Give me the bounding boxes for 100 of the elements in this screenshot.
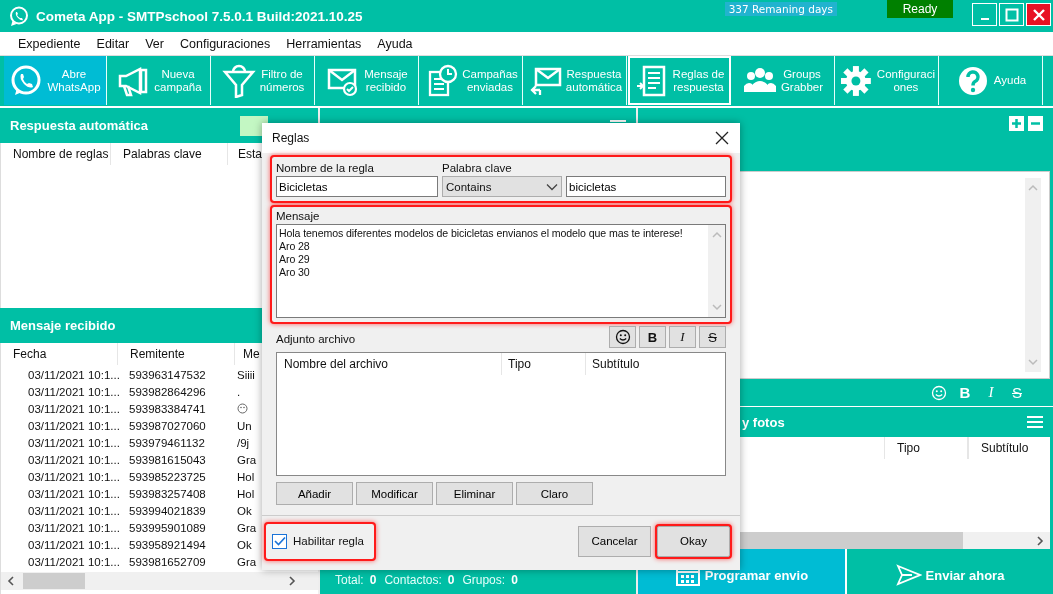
dialog-button[interactable]: Eliminar <box>436 482 513 505</box>
table-cell: . <box>237 385 241 398</box>
cancel-button[interactable]: Cancelar <box>578 525 651 557</box>
total-label: Contactos: <box>384 572 442 587</box>
vertical-scrollbar[interactable] <box>1025 178 1041 372</box>
dialog-title: Reglas <box>272 131 310 145</box>
table-cell-text: 03/11/2021 10:1... <box>27 487 121 500</box>
column-header[interactable]: Tipo <box>502 353 586 375</box>
horizontal-scrollbar[interactable] <box>1 572 318 590</box>
italic-button[interactable]: I <box>669 326 696 348</box>
close-icon <box>1031 7 1046 22</box>
chevron-down-icon <box>546 182 558 191</box>
dialog-button[interactable]: Añadir <box>276 482 353 505</box>
table-cell: Ok <box>237 538 252 551</box>
total-value: 0 <box>369 572 377 587</box>
table-cell-text: 03/11/2021 10:1... <box>27 419 121 432</box>
plus-icon <box>1009 116 1024 131</box>
table-cell-text: 03/11/2021 10:1... <box>27 521 121 534</box>
table-cell: /9j <box>237 436 250 449</box>
ok-button[interactable]: Okay <box>657 525 730 557</box>
field-label: Mensaje <box>276 209 321 224</box>
window-title: Cometa App - SMTPschool 7.5.0.1 Build:2021.10.25 <box>36 8 363 24</box>
dialog-button[interactable]: Modificar <box>356 482 433 505</box>
keyword-field[interactable]: bicicletas <box>566 176 726 197</box>
table-cell-text: 03/11/2021 10:1... <box>27 470 121 483</box>
total-label: Grupos: <box>462 572 506 587</box>
match-mode-dropdown[interactable]: Contains <box>442 176 562 197</box>
table-cell-text: 03/11/2021 10:1... <box>27 368 121 381</box>
minimize-icon <box>980 17 989 20</box>
menu-item[interactable]: Expediente <box>10 36 89 51</box>
table-cell-text: 03/11/2021 10:1... <box>27 385 121 398</box>
table-cell-text: 03/11/2021 10:1... <box>27 538 121 551</box>
column-header[interactable]: Subtítulo <box>586 353 640 375</box>
remaining-days-badge: 337 Remaning days <box>724 2 837 16</box>
column-header[interactable]: Palabras clave <box>111 143 228 165</box>
table-cell-text: 03/11/2021 10:1... <box>27 504 121 517</box>
smiley-icon <box>931 384 947 401</box>
table-cell-text: 03/11/2021 10:1... <box>27 453 121 466</box>
column-header[interactable]: Tipo <box>884 437 968 459</box>
maximize-icon <box>1004 7 1019 22</box>
close-icon <box>715 131 729 145</box>
column-header[interactable]: Esta <box>228 143 262 165</box>
field-label: Nombre de la regla <box>276 161 375 176</box>
table-cell-text: 593981615043 <box>128 453 207 466</box>
table-cell-text: 593994021839 <box>128 504 207 517</box>
table-cell-text: 593983257408 <box>128 487 207 500</box>
total-value: 0 <box>447 572 455 587</box>
total-label: Total: <box>335 572 364 587</box>
field-label: Adjunto archivo <box>276 332 356 347</box>
strikethrough-button[interactable]: S <box>699 326 726 348</box>
table-cell-text: 03/11/2021 10:1... <box>27 555 121 568</box>
field-label: Palabra clave <box>442 161 513 176</box>
status-badge: Ready <box>887 0 953 18</box>
checkbox[interactable] <box>272 533 287 549</box>
table-cell: Gra <box>237 555 257 568</box>
column-header[interactable]: Nombre del archivo <box>277 353 502 375</box>
enable-rule-checkbox[interactable]: Habilitar regla <box>266 523 374 559</box>
whatsapp-icon <box>8 5 30 27</box>
vertical-scrollbar[interactable] <box>708 225 725 317</box>
scrollbar-thumb[interactable] <box>23 573 85 589</box>
emoji-icon <box>237 403 248 414</box>
menu-item[interactable]: Ayuda <box>369 36 421 51</box>
scroll-up-icon <box>711 231 722 239</box>
column-header[interactable]: Remitente <box>118 343 235 365</box>
table-cell: Hol <box>237 470 255 483</box>
maximize-button[interactable] <box>999 3 1024 26</box>
message-field[interactable]: Hola tenemos diferentes modelos de bicicletas envianos el modelo que mas te interese! Aro 28 Aro 29 Aro 30 <box>276 224 726 318</box>
column-header[interactable]: Me <box>235 343 260 365</box>
column-header[interactable]: Nombre de reglas <box>1 143 111 165</box>
menu-item[interactable]: Editar <box>88 36 138 51</box>
menu-icon <box>1027 416 1043 428</box>
table-cell-text: 593982864296 <box>128 385 207 398</box>
panel-title: y fotos <box>742 414 786 430</box>
menu-item[interactable]: Configuraciones <box>172 36 279 51</box>
minus-icon <box>1028 116 1043 131</box>
table-cell-text: 593985223725 <box>128 470 207 483</box>
send-icon <box>895 563 922 587</box>
table-cell: Un <box>237 419 252 432</box>
rule-name-field[interactable]: Bicicletas <box>276 176 438 197</box>
total-value: 0 <box>511 572 518 587</box>
table-cell: Hol <box>237 487 255 500</box>
bold-button[interactable]: B <box>639 326 666 348</box>
menu-item[interactable]: Ver <box>137 36 172 51</box>
table-cell: Ok <box>237 504 252 517</box>
table-cell-text: 593995901089 <box>128 521 207 534</box>
dialog-button[interactable]: Claro <box>516 482 593 505</box>
funnel-icon <box>221 63 256 98</box>
emoji-button[interactable] <box>609 326 636 348</box>
scroll-up-icon <box>1028 184 1038 192</box>
panel-title: Respuesta automática <box>10 118 148 133</box>
checkmark-icon <box>273 536 286 546</box>
table-cell-text: 03/11/2021 10:1... <box>27 402 121 415</box>
table-cell-text: 593987027060 <box>128 419 207 432</box>
minimize-button[interactable] <box>972 3 997 26</box>
table-cell-text: 593958921494 <box>128 538 207 551</box>
table-cell: Gra <box>237 453 257 466</box>
menu-item[interactable]: Herramientas <box>278 36 370 51</box>
column-header[interactable]: Fecha <box>1 343 118 365</box>
table-cell: Siiii <box>237 368 255 381</box>
column-header[interactable]: Subtítulo <box>968 437 1029 459</box>
